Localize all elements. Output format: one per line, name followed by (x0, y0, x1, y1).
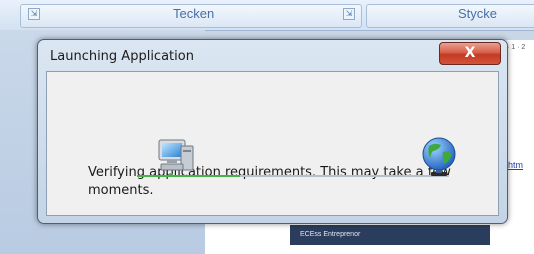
computer-icon (158, 139, 194, 177)
ribbon-group-stycke (366, 4, 534, 28)
background-link[interactable]: htm (508, 160, 523, 170)
dialog-title: Launching Application (50, 49, 194, 64)
launching-application-dialog: Launching Application X Verifying applic… (37, 39, 508, 224)
ribbon-left-launcher-icon[interactable]: ⇲ (28, 8, 40, 20)
ruler: · 1 · 2 (507, 44, 526, 51)
ribbon-group-label-stycke: Stycke (458, 6, 498, 21)
status-message: Verifying application requirements. This… (88, 165, 451, 198)
dialog-titlebar[interactable]: Launching Application X (38, 40, 507, 72)
ribbon-group-label-tecken: Tecken (173, 6, 215, 21)
tecken-dialog-launcher-icon[interactable]: ⇲ (343, 8, 355, 20)
globe-icon (422, 137, 456, 176)
ribbon-bar: ⇲ Tecken ⇲ Stycke (0, 0, 534, 31)
background-banner-text: ECEss Entreprenor (300, 231, 361, 238)
close-button[interactable]: X (439, 42, 501, 65)
